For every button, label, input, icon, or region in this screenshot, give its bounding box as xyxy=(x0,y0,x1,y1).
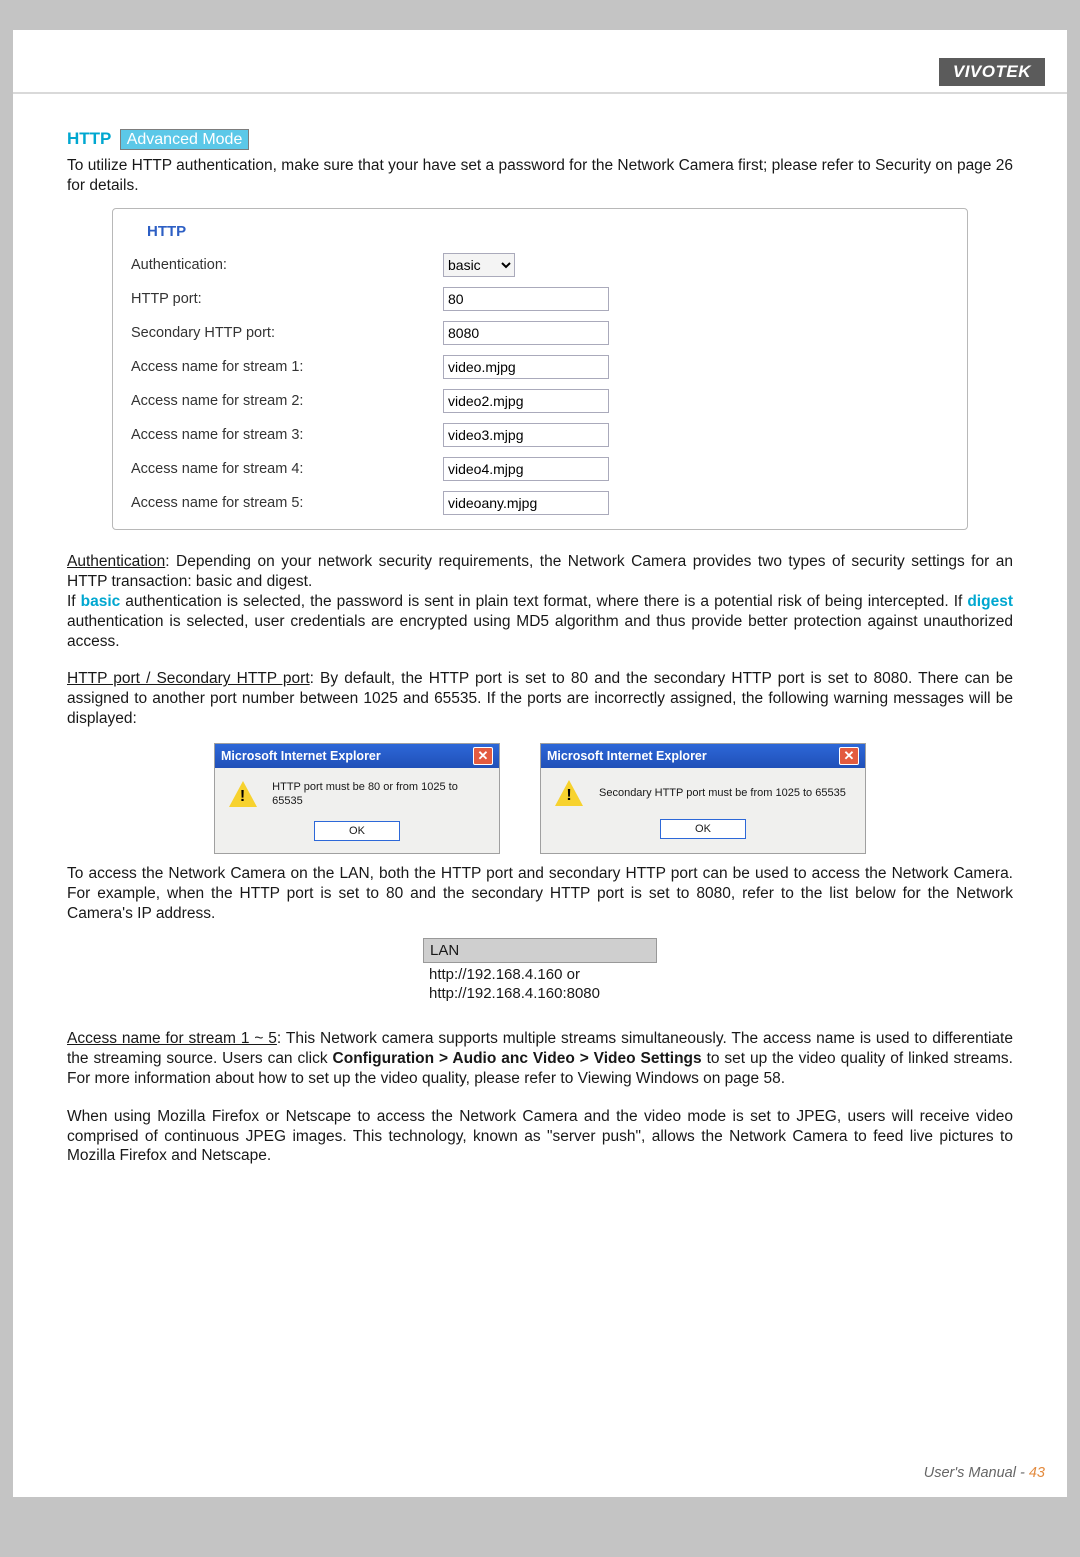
http-fieldset: HTTP Authentication: basic HTTP port: Se… xyxy=(112,208,968,530)
dialog1-titlebar: Microsoft Internet Explorer ✕ xyxy=(215,744,499,768)
authentication-select[interactable]: basic xyxy=(443,253,515,277)
row-secondary-http-port: Secondary HTTP port: xyxy=(131,321,949,345)
auth-underline: Authentication xyxy=(67,553,165,570)
warning-icon: ! xyxy=(555,780,583,806)
port-underline: HTTP port / Secondary HTTP port xyxy=(67,670,310,687)
lan-url-2: http://192.168.4.160:8080 xyxy=(429,984,651,1003)
stream5-label: Access name for stream 5: xyxy=(131,494,443,513)
advanced-mode-badge: Advanced Mode xyxy=(120,129,250,150)
ok-button[interactable]: OK xyxy=(314,821,400,841)
http-port-label: HTTP port: xyxy=(131,290,443,309)
warning-icon: ! xyxy=(229,781,256,807)
authentication-label: Authentication: xyxy=(131,256,443,275)
page-number: 43 xyxy=(1029,1465,1045,1481)
row-stream3: Access name for stream 3: xyxy=(131,423,949,447)
row-stream1: Access name for stream 1: xyxy=(131,355,949,379)
stream1-input[interactable] xyxy=(443,355,609,379)
header-bar: VIVOTEK xyxy=(13,30,1067,94)
secondary-http-port-input[interactable] xyxy=(443,321,609,345)
auth-text1: : Depending on your network security req… xyxy=(67,553,1013,590)
close-icon[interactable]: ✕ xyxy=(839,747,859,765)
stream3-label: Access name for stream 3: xyxy=(131,426,443,445)
stream-underline: Access name for stream 1 ~ 5 xyxy=(67,1030,277,1047)
config-path-bold: Configuration > Audio anc Video > Video … xyxy=(333,1050,702,1067)
stream5-input[interactable] xyxy=(443,491,609,515)
row-stream2: Access name for stream 2: xyxy=(131,389,949,413)
row-authentication: Authentication: basic xyxy=(131,253,949,277)
auth-line2c: authentication is selected, user credent… xyxy=(67,613,1013,650)
lan-body: http://192.168.4.160 or http://192.168.4… xyxy=(423,963,657,1007)
section-heading: HTTP Advanced Mode xyxy=(67,128,1013,150)
lan-url-1: http://192.168.4.160 or xyxy=(429,965,651,984)
stream-paragraph: Access name for stream 1 ~ 5: This Netwo… xyxy=(67,1029,1013,1088)
access-paragraph: To access the Network Camera on the LAN,… xyxy=(67,864,1013,923)
footer-label: User's Manual - xyxy=(924,1465,1029,1481)
lan-head: LAN xyxy=(423,938,657,963)
warning-dialogs: Microsoft Internet Explorer ✕ ! HTTP por… xyxy=(67,743,1013,854)
http-fieldset-wrap: HTTP Authentication: basic HTTP port: Se… xyxy=(112,208,968,530)
dialog2-title: Microsoft Internet Explorer xyxy=(547,748,707,764)
port-paragraph: HTTP port / Secondary HTTP port: By defa… xyxy=(67,669,1013,728)
stream2-label: Access name for stream 2: xyxy=(131,392,443,411)
stream1-label: Access name for stream 1: xyxy=(131,358,443,377)
dialog2-titlebar: Microsoft Internet Explorer ✕ xyxy=(541,744,865,768)
content-area: HTTP Advanced Mode To utilize HTTP authe… xyxy=(13,94,1067,1166)
dialog-secondary-port: Microsoft Internet Explorer ✕ ! Secondar… xyxy=(540,743,866,854)
intro-paragraph: To utilize HTTP authentication, make sur… xyxy=(67,156,1013,196)
stream4-input[interactable] xyxy=(443,457,609,481)
row-stream4: Access name for stream 4: xyxy=(131,457,949,481)
dialog1-title: Microsoft Internet Explorer xyxy=(221,748,381,764)
basic-keyword: basic xyxy=(81,593,121,610)
stream4-label: Access name for stream 4: xyxy=(131,460,443,479)
auth-line2b: authentication is selected, the password… xyxy=(120,593,967,610)
auth-line2a: If xyxy=(67,593,81,610)
secondary-http-port-label: Secondary HTTP port: xyxy=(131,324,443,343)
dialog2-message: Secondary HTTP port must be from 1025 to… xyxy=(599,786,846,800)
fieldset-legend: HTTP xyxy=(141,222,192,241)
http-heading: HTTP xyxy=(67,129,111,148)
http-port-input[interactable] xyxy=(443,287,609,311)
close-icon[interactable]: ✕ xyxy=(473,747,493,765)
page: VIVOTEK HTTP Advanced Mode To utilize HT… xyxy=(13,30,1067,1497)
row-http-port: HTTP port: xyxy=(131,287,949,311)
dialog-http-port: Microsoft Internet Explorer ✕ ! HTTP por… xyxy=(214,743,500,854)
row-stream5: Access name for stream 5: xyxy=(131,491,949,515)
stream2-input[interactable] xyxy=(443,389,609,413)
dialog1-message: HTTP port must be 80 or from 1025 to 655… xyxy=(272,780,485,808)
stream3-input[interactable] xyxy=(443,423,609,447)
ok-button[interactable]: OK xyxy=(660,819,746,839)
lan-box: LAN http://192.168.4.160 or http://192.1… xyxy=(423,938,657,1008)
mozilla-paragraph: When using Mozilla Firefox or Netscape t… xyxy=(67,1107,1013,1166)
brand-logo: VIVOTEK xyxy=(939,58,1045,86)
footer: User's Manual - 43 xyxy=(924,1465,1045,1481)
authentication-paragraph: Authentication: Depending on your networ… xyxy=(67,552,1013,651)
digest-keyword: digest xyxy=(967,593,1013,610)
